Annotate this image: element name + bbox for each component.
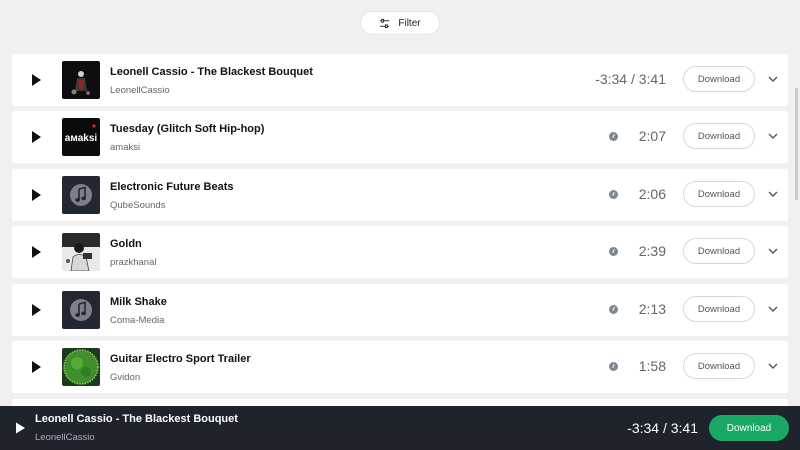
album-cover <box>62 291 100 329</box>
album-cover <box>62 348 100 386</box>
track-duration: 2:06 <box>638 186 666 202</box>
play-icon <box>32 246 41 258</box>
track-row[interactable]: Guitar Electro Sport Trailer Gvidon 1:58… <box>12 341 788 393</box>
info-icon <box>609 362 618 371</box>
track-artist[interactable]: Coma-Media <box>110 315 164 326</box>
play-icon <box>32 361 41 373</box>
track-row[interactable]: Electronic Future Beats QubeSounds 2:06 … <box>12 169 788 221</box>
download-button[interactable]: Download <box>683 123 755 149</box>
track-artist[interactable]: prazkhanal <box>110 257 156 268</box>
track-row[interactable]: Leonell Cassio - The Blackest Bouquet Le… <box>12 54 788 106</box>
album-cover <box>62 61 100 99</box>
filter-bar: Filter <box>0 0 800 48</box>
play-button[interactable] <box>28 244 44 260</box>
track-artist[interactable]: QubeSounds <box>110 200 165 211</box>
chevron-down-icon[interactable] <box>768 247 778 255</box>
play-icon <box>32 74 41 86</box>
player-track-artist[interactable]: LeonellCassio <box>35 432 95 443</box>
track-duration: 1:58 <box>638 358 666 374</box>
player-bar: Leonell Cassio - The Blackest Bouquet Le… <box>0 406 800 450</box>
player-play-button[interactable] <box>13 421 27 435</box>
scrollbar[interactable] <box>795 88 798 200</box>
play-button[interactable] <box>28 302 44 318</box>
player-time: -3:34 / 3:41 <box>627 420 698 436</box>
track-title[interactable]: Leonell Cassio - The Blackest Bouquet <box>110 66 313 78</box>
play-button[interactable] <box>28 129 44 145</box>
cover-art-green-sphere <box>62 348 100 386</box>
chevron-down-icon[interactable] <box>768 362 778 370</box>
download-button[interactable]: Download <box>683 296 755 322</box>
track-row[interactable]: Milk Shake Coma-Media 2:13 Download <box>12 284 788 336</box>
chevron-down-icon[interactable] <box>768 75 778 83</box>
track-row[interactable]: aмaksi Tuesday (Glitch Soft Hip-hop) ama… <box>12 111 788 163</box>
track-artist[interactable]: LeonellCassio <box>110 85 170 96</box>
play-icon <box>16 422 25 434</box>
track-title[interactable]: Milk Shake <box>110 296 167 308</box>
info-icon <box>609 190 618 199</box>
album-cover <box>62 176 100 214</box>
track-artist[interactable]: amaksi <box>110 142 140 153</box>
track-title[interactable]: Tuesday (Glitch Soft Hip-hop) <box>110 123 264 135</box>
cover-art-amaksi-logo: aмaksi <box>62 118 100 156</box>
track-duration: 2:07 <box>638 128 666 144</box>
download-button[interactable]: Download <box>683 238 755 264</box>
chevron-down-icon[interactable] <box>768 132 778 140</box>
play-icon <box>32 189 41 201</box>
music-note-icon <box>62 176 100 214</box>
download-button[interactable]: Download <box>683 181 755 207</box>
track-title[interactable]: Goldn <box>110 238 142 250</box>
play-button[interactable] <box>28 72 44 88</box>
track-duration: 2:13 <box>638 301 666 317</box>
info-icon <box>609 305 618 314</box>
track-duration: -3:34 / 3:41 <box>595 71 666 87</box>
chevron-down-icon[interactable] <box>768 305 778 313</box>
track-row <box>12 399 788 406</box>
info-icon <box>609 132 618 141</box>
album-cover <box>62 233 100 271</box>
filter-button[interactable]: Filter <box>360 11 440 35</box>
player-download-button[interactable]: Download <box>709 415 789 441</box>
cover-art-dark-figure <box>62 61 100 99</box>
download-button[interactable]: Download <box>683 66 755 92</box>
music-note-icon <box>62 291 100 329</box>
sliders-icon <box>380 18 390 28</box>
filter-label: Filter <box>398 17 421 29</box>
play-icon <box>32 131 41 143</box>
player-track-title[interactable]: Leonell Cassio - The Blackest Bouquet <box>35 413 238 425</box>
cover-art-photo-figure <box>62 233 100 271</box>
download-button[interactable]: Download <box>683 353 755 379</box>
info-icon <box>609 247 618 256</box>
track-title[interactable]: Guitar Electro Sport Trailer <box>110 353 251 365</box>
play-button[interactable] <box>28 187 44 203</box>
cover-logo-text: aмaksi <box>65 133 98 144</box>
play-button[interactable] <box>28 359 44 375</box>
play-icon <box>32 304 41 316</box>
track-title[interactable]: Electronic Future Beats <box>110 181 233 193</box>
track-row[interactable]: Goldn prazkhanal 2:39 Download <box>12 226 788 278</box>
track-artist[interactable]: Gvidon <box>110 372 140 383</box>
chevron-down-icon[interactable] <box>768 190 778 198</box>
track-duration: 2:39 <box>638 243 666 259</box>
album-cover: aмaksi <box>62 118 100 156</box>
